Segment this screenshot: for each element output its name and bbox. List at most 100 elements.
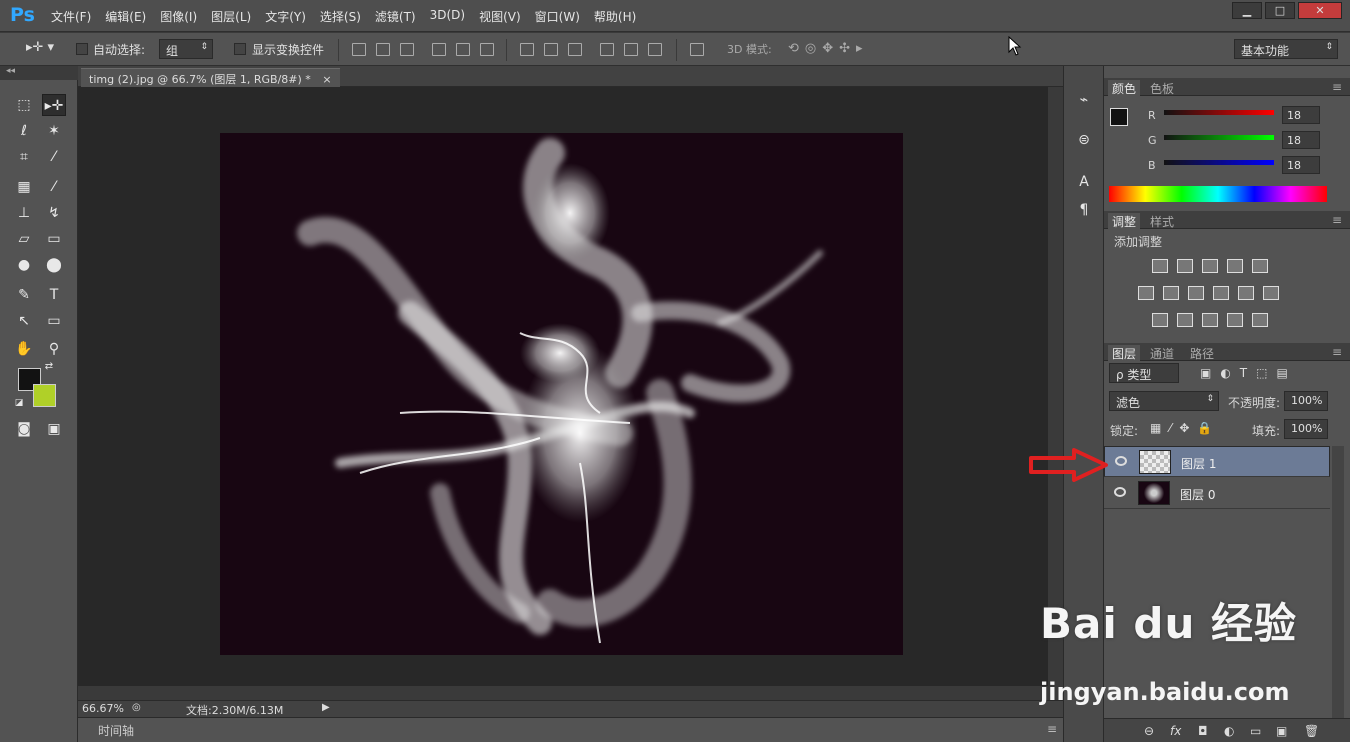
align-right-icon[interactable] bbox=[480, 43, 494, 56]
default-colors-icon[interactable]: ◪ bbox=[12, 396, 26, 410]
distribute-right-icon[interactable] bbox=[648, 43, 662, 56]
link-layers-icon[interactable]: ⊖ bbox=[1144, 724, 1154, 738]
tab-channels[interactable]: 通道 bbox=[1146, 345, 1178, 362]
menu-layer[interactable]: 图层(L) bbox=[204, 8, 258, 25]
swap-colors-icon[interactable]: ⇄ bbox=[42, 360, 56, 374]
tab-paths[interactable]: 路径 bbox=[1186, 345, 1218, 362]
layer-filter-dropdown[interactable]: ρ 类型 bbox=[1109, 363, 1179, 383]
auto-align-icon[interactable] bbox=[690, 43, 704, 56]
color-fg-swatch[interactable] bbox=[1110, 108, 1128, 126]
adjustment-layer-icon[interactable]: ◐ bbox=[1224, 724, 1234, 738]
maximize-button[interactable]: □ bbox=[1265, 2, 1295, 19]
toolbar-collapse-icon[interactable]: ◂◂ bbox=[0, 66, 78, 80]
pen-tool-icon[interactable]: ✎ bbox=[12, 284, 36, 306]
panel-menu-icon[interactable]: ≡ bbox=[1328, 345, 1346, 359]
layer-row-1[interactable]: 图层 1 bbox=[1104, 446, 1330, 477]
rectangle-tool-icon[interactable]: ▭ bbox=[42, 310, 66, 332]
document-tab[interactable]: timg (2).jpg @ 66.7% (图层 1, RGB/8#) * × bbox=[81, 68, 340, 87]
menu-image[interactable]: 图像(I) bbox=[153, 8, 204, 25]
3d-tools-icons[interactable]: ⟲◎✥✣▸ bbox=[788, 41, 869, 56]
color-balance-icon[interactable] bbox=[1163, 286, 1179, 300]
lasso-tool-icon[interactable]: ℓ bbox=[12, 120, 36, 142]
history-panel-icon[interactable]: ⌁ bbox=[1075, 92, 1093, 110]
r-value-input[interactable]: 18 bbox=[1282, 106, 1320, 124]
menu-type[interactable]: 文字(Y) bbox=[258, 8, 313, 25]
menu-file[interactable]: 文件(F) bbox=[44, 8, 98, 25]
threshold-icon[interactable] bbox=[1202, 313, 1218, 327]
type-tool-icon[interactable]: T bbox=[42, 284, 66, 306]
tab-styles[interactable]: 样式 bbox=[1146, 213, 1178, 230]
new-layer-icon[interactable]: ▣ bbox=[1276, 724, 1287, 738]
menu-window[interactable]: 窗口(W) bbox=[528, 8, 587, 25]
quick-mask-icon[interactable]: ◙ bbox=[12, 418, 36, 440]
status-menu-icon[interactable]: ◎ bbox=[132, 702, 141, 713]
align-hcenter-icon[interactable] bbox=[456, 43, 470, 56]
g-slider[interactable] bbox=[1164, 135, 1274, 140]
zoom-tool-icon[interactable]: ⚲ bbox=[42, 338, 66, 360]
move-tool-icon[interactable]: ▸✛ ▾ bbox=[26, 40, 54, 55]
status-arrow-icon[interactable]: ▶ bbox=[322, 702, 330, 713]
menu-edit[interactable]: 编辑(E) bbox=[98, 8, 153, 25]
history-brush-icon[interactable]: ↯ bbox=[42, 202, 66, 224]
g-value-input[interactable]: 18 bbox=[1282, 131, 1320, 149]
eraser-tool-icon[interactable]: ▱ bbox=[12, 228, 36, 250]
timeline-tab[interactable]: 时间轴 bbox=[98, 722, 134, 739]
black-white-icon[interactable] bbox=[1188, 286, 1204, 300]
trash-icon[interactable]: 🗑 bbox=[1304, 724, 1319, 738]
tab-layers[interactable]: 图层 bbox=[1108, 345, 1141, 361]
tab-adjustments[interactable]: 调整 bbox=[1108, 213, 1141, 229]
distribute-hcenter-icon[interactable] bbox=[624, 43, 638, 56]
align-bottom-icon[interactable] bbox=[400, 43, 414, 56]
zoom-level[interactable]: 66.67% bbox=[82, 702, 124, 715]
align-top-icon[interactable] bbox=[352, 43, 366, 56]
workspace-dropdown[interactable]: 基本功能 ⇕ bbox=[1234, 39, 1338, 59]
align-vcenter-icon[interactable] bbox=[376, 43, 390, 56]
b-slider[interactable] bbox=[1164, 160, 1274, 165]
background-color-swatch[interactable] bbox=[33, 384, 56, 407]
magic-wand-icon[interactable]: ✶ bbox=[42, 120, 66, 142]
gradient-map-icon[interactable] bbox=[1252, 313, 1268, 327]
lock-icons[interactable]: ▦⁄✥🔒 bbox=[1150, 421, 1220, 435]
menu-select[interactable]: 选择(S) bbox=[313, 8, 368, 25]
posterize-icon[interactable] bbox=[1177, 313, 1193, 327]
panel-menu-icon[interactable]: ≡ bbox=[1328, 213, 1346, 227]
layer-row-0[interactable]: 图层 0 bbox=[1104, 478, 1330, 509]
menu-help[interactable]: 帮助(H) bbox=[587, 8, 643, 25]
gradient-tool-icon[interactable]: ▭ bbox=[42, 228, 66, 250]
add-mask-icon[interactable]: ◘ bbox=[1198, 724, 1208, 738]
layers-scrollbar[interactable] bbox=[1332, 446, 1344, 718]
align-left-icon[interactable] bbox=[432, 43, 446, 56]
minimize-button[interactable]: ▁ bbox=[1232, 2, 1262, 19]
levels-icon[interactable] bbox=[1177, 259, 1193, 273]
timeline-menu-icon[interactable]: ≡ bbox=[1047, 722, 1057, 736]
clone-stamp-icon[interactable]: ⊥ bbox=[12, 202, 36, 224]
panel-menu-icon[interactable]: ≡ bbox=[1328, 80, 1346, 94]
r-slider[interactable] bbox=[1164, 110, 1274, 115]
paragraph-panel-icon[interactable]: ¶ bbox=[1075, 202, 1093, 220]
distribute-vcenter-icon[interactable] bbox=[544, 43, 558, 56]
hue-saturation-icon[interactable] bbox=[1138, 286, 1154, 300]
crop-tool-icon[interactable]: ⌗ bbox=[12, 146, 36, 168]
marquee-tool-icon[interactable]: ⬚ bbox=[12, 94, 36, 116]
menu-3d[interactable]: 3D(D) bbox=[423, 8, 472, 25]
brush-tool-icon[interactable]: ⁄ bbox=[42, 176, 66, 198]
image-canvas[interactable] bbox=[220, 133, 903, 655]
brightness-icon[interactable] bbox=[1152, 259, 1168, 273]
visibility-eye-icon[interactable] bbox=[1114, 487, 1126, 497]
healing-brush-icon[interactable]: ▦ bbox=[12, 176, 36, 198]
menu-view[interactable]: 视图(V) bbox=[472, 8, 528, 25]
selective-color-icon[interactable] bbox=[1227, 313, 1243, 327]
fill-input[interactable]: 100% bbox=[1284, 419, 1328, 439]
move-tool-icon[interactable]: ▸✛ bbox=[42, 94, 66, 116]
distribute-left-icon[interactable] bbox=[600, 43, 614, 56]
tab-color[interactable]: 颜色 bbox=[1108, 80, 1141, 96]
channel-mixer-icon[interactable] bbox=[1238, 286, 1254, 300]
curves-icon[interactable] bbox=[1202, 259, 1218, 273]
blend-mode-dropdown[interactable]: 滤色 ⇕ bbox=[1109, 391, 1219, 411]
exposure-icon[interactable] bbox=[1227, 259, 1243, 273]
properties-panel-icon[interactable]: ⊜ bbox=[1075, 132, 1093, 150]
dodge-tool-icon[interactable]: ⬤ bbox=[42, 254, 66, 276]
horizontal-scrollbar[interactable] bbox=[78, 686, 1048, 700]
show-transform-checkbox[interactable] bbox=[234, 43, 246, 55]
fx-icon[interactable]: fx bbox=[1170, 724, 1181, 738]
